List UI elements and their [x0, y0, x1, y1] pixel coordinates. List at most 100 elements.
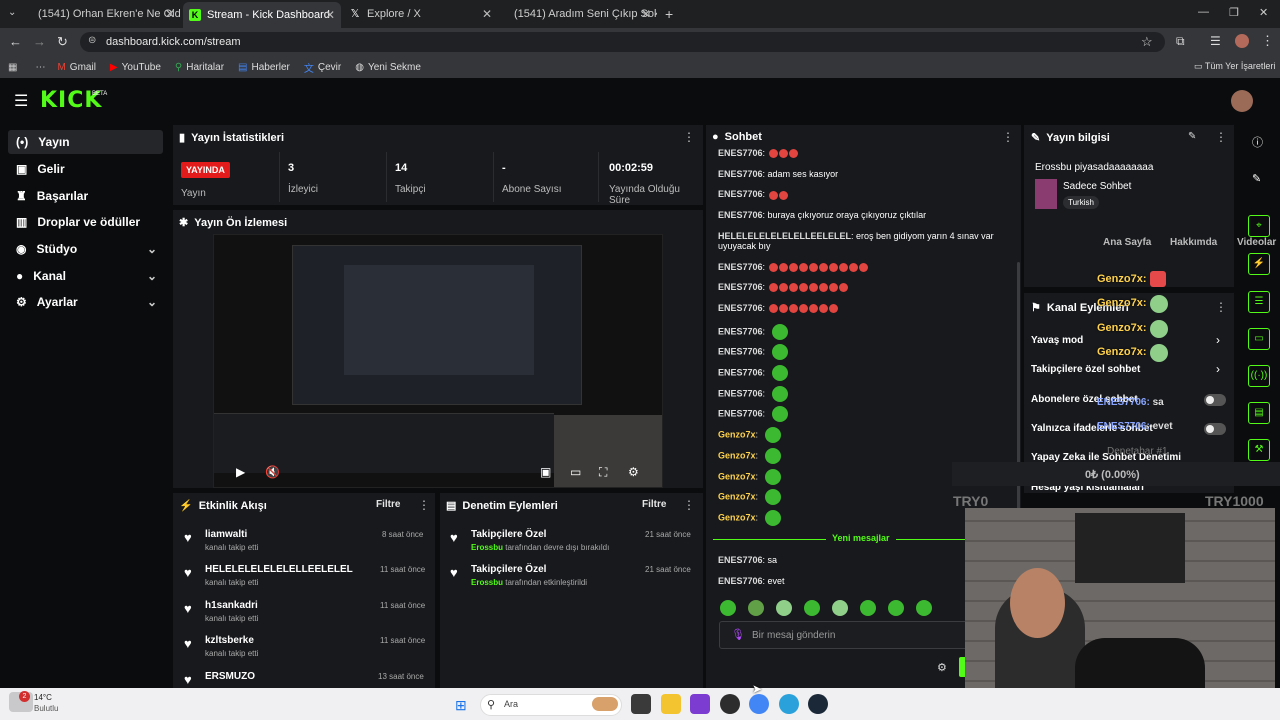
- bookmark-maps[interactable]: ⚲ Haritalar: [175, 62, 224, 73]
- rail-button-list-icon[interactable]: ☰: [1248, 291, 1270, 313]
- emote-icon[interactable]: [860, 600, 876, 616]
- chat-message[interactable]: ENES7706:: [718, 262, 868, 272]
- activity-item-name[interactable]: kzltsberke: [205, 635, 254, 646]
- emote-icon[interactable]: [720, 600, 736, 616]
- rail-button-doc-icon[interactable]: ▤: [1248, 402, 1270, 424]
- chat-settings-icon[interactable]: ⚙: [937, 661, 947, 674]
- chat-username[interactable]: Genzo7x: [718, 450, 756, 460]
- close-icon[interactable]: ✕: [165, 7, 175, 21]
- activity-item-name[interactable]: ERSMUZO: [205, 671, 255, 682]
- sidebar-item-droplar[interactable]: ▥ Droplar ve ödüller: [8, 210, 163, 234]
- chat-message[interactable]: ENES7706: adam ses kasıyor: [718, 169, 838, 179]
- chat-username[interactable]: Genzo7x: [718, 492, 756, 502]
- chat-username[interactable]: ENES7706: [718, 326, 763, 336]
- play-icon[interactable]: ▶: [236, 465, 245, 479]
- task-view-icon[interactable]: [631, 694, 651, 714]
- chrome-icon[interactable]: [749, 694, 769, 714]
- category-thumbnail[interactable]: [1035, 179, 1057, 209]
- sidebar-item-basarilar[interactable]: ♜ Başarılar: [8, 184, 163, 208]
- obs-icon[interactable]: [720, 694, 740, 714]
- bookmark-news[interactable]: ▤ Haberler: [238, 62, 290, 73]
- extensions-icon[interactable]: ⧉: [1176, 34, 1185, 49]
- chat-username[interactable]: HELELELELELELELLEELELEL: [718, 231, 851, 241]
- chat-username[interactable]: ENES7706: [718, 303, 763, 313]
- sidebar-item-studyo[interactable]: ◉ Stüdyo ⌄: [8, 237, 163, 261]
- profile-avatar[interactable]: [1235, 34, 1249, 48]
- chat-username[interactable]: ENES7706: [718, 262, 763, 272]
- user-avatar[interactable]: [1231, 90, 1253, 112]
- settings-icon[interactable]: ⚙: [628, 465, 639, 479]
- browser-tab[interactable]: (1541) Orhan Ekren'e Ne Oldu? ✕: [26, 4, 181, 24]
- chat-message[interactable]: Genzo7x:: [718, 447, 781, 464]
- close-icon[interactable]: ✕: [641, 7, 651, 21]
- telegram-icon[interactable]: [779, 694, 799, 714]
- moderator-name[interactable]: Erossbu: [471, 578, 503, 587]
- tab-search-icon[interactable]: ⌄: [8, 7, 16, 18]
- subscribers-only-toggle[interactable]: [1204, 394, 1226, 406]
- pip-icon[interactable]: ▣: [540, 465, 551, 479]
- chat-username[interactable]: ENES7706: [718, 148, 763, 158]
- emote-icon[interactable]: [776, 600, 792, 616]
- stream-preview-video[interactable]: [213, 234, 663, 488]
- chat-message[interactable]: ENES7706:: [718, 344, 788, 361]
- mute-icon[interactable]: 🔇: [265, 465, 280, 479]
- activity-item-name[interactable]: liamwalti: [205, 529, 247, 540]
- activity-filter-button[interactable]: Filtre: [376, 499, 400, 510]
- chat-message[interactable]: Genzo7x:: [718, 468, 781, 485]
- bookmark-translate[interactable]: 文 Çevir: [304, 60, 341, 75]
- sidebar-item-yayin[interactable]: (•) Yayın: [8, 130, 163, 154]
- chat-message[interactable]: ENES7706:: [718, 148, 798, 159]
- browser-tab-active[interactable]: K Stream - Kick Dashboard ✕: [183, 2, 341, 28]
- moderator-name[interactable]: Erossbu: [471, 543, 503, 552]
- steam-icon[interactable]: [808, 694, 828, 714]
- chat-username[interactable]: ENES7706: [718, 388, 763, 398]
- followers-only-label[interactable]: Takipçilere özel sohbet: [1031, 364, 1140, 375]
- chat-username[interactable]: ENES7706: [718, 347, 763, 357]
- more-icon[interactable]: ⋯: [35, 62, 45, 73]
- activity-more-icon[interactable]: ⋮: [418, 498, 430, 512]
- chat-message[interactable]: Genzo7x:: [718, 427, 781, 444]
- chat-username[interactable]: ENES7706: [718, 210, 763, 220]
- chat-username[interactable]: ENES7706: [718, 282, 763, 292]
- sidebar-item-gelir[interactable]: ▣ Gelir: [8, 157, 163, 181]
- bookmark-new-tab[interactable]: ◍ Yeni Sekme: [355, 62, 421, 73]
- chat-username[interactable]: ENES7706: [718, 409, 763, 419]
- chat-message[interactable]: ENES7706:: [718, 406, 788, 423]
- back-icon[interactable]: ←: [9, 34, 22, 49]
- activity-item-name[interactable]: HELELELELELELELLEELELEL: [205, 564, 353, 575]
- browser-tab[interactable]: 𝕏 Explore / X ✕: [343, 4, 498, 24]
- chevron-right-icon[interactable]: ›: [1216, 362, 1220, 376]
- slow-mode-label[interactable]: Yavaş mod: [1031, 335, 1083, 346]
- chat-username[interactable]: Genzo7x: [718, 471, 756, 481]
- close-icon[interactable]: ✕: [325, 8, 335, 22]
- pencil-icon[interactable]: ✎: [1252, 172, 1261, 185]
- rail-button-broadcast-icon[interactable]: ((·)): [1248, 365, 1270, 387]
- forward-icon[interactable]: →: [33, 34, 46, 49]
- emote-icon[interactable]: [804, 600, 820, 616]
- chat-message[interactable]: ENES7706:: [718, 323, 788, 340]
- chat-username[interactable]: ENES7706: [718, 169, 763, 179]
- chat-username[interactable]: ENES7706: [718, 555, 763, 565]
- chat-username[interactable]: ENES7706: [718, 367, 763, 377]
- chat-username[interactable]: ENES7706: [718, 189, 763, 199]
- chat-message[interactable]: ENES7706: sa: [718, 555, 777, 565]
- emote-icon[interactable]: [888, 600, 904, 616]
- moderation-filter-button[interactable]: Filtre: [642, 499, 666, 510]
- moderation-more-icon[interactable]: ⋮: [683, 498, 695, 512]
- chat-message[interactable]: ENES7706:: [718, 365, 788, 381]
- stats-more-icon[interactable]: ⋮: [683, 130, 695, 144]
- chat-message[interactable]: ENES7706:: [718, 282, 848, 293]
- theater-icon[interactable]: ▭: [570, 465, 581, 479]
- sidebar-item-ayarlar[interactable]: ⚙ Ayarlar ⌄: [8, 290, 163, 314]
- chat-message[interactable]: HELELELELELELELLEELELEL: eroş ben gidiyo…: [718, 231, 1008, 251]
- rail-button-scan-icon[interactable]: ⌖: [1248, 215, 1270, 237]
- stream-category[interactable]: Sadece Sohbet: [1063, 181, 1131, 192]
- bookmark-star-icon[interactable]: ☆: [1141, 34, 1153, 50]
- hamburger-menu-icon[interactable]: ☰: [14, 91, 28, 111]
- rail-button-bolt-icon[interactable]: ⚡: [1248, 253, 1270, 275]
- chat-username[interactable]: Genzo7x: [718, 512, 756, 522]
- chat-more-icon[interactable]: ⋮: [1002, 130, 1014, 144]
- maximize-icon[interactable]: ❐: [1229, 6, 1239, 19]
- chat-message[interactable]: ENES7706:: [718, 189, 788, 200]
- bookmark-youtube[interactable]: ▶ YouTube: [110, 62, 161, 73]
